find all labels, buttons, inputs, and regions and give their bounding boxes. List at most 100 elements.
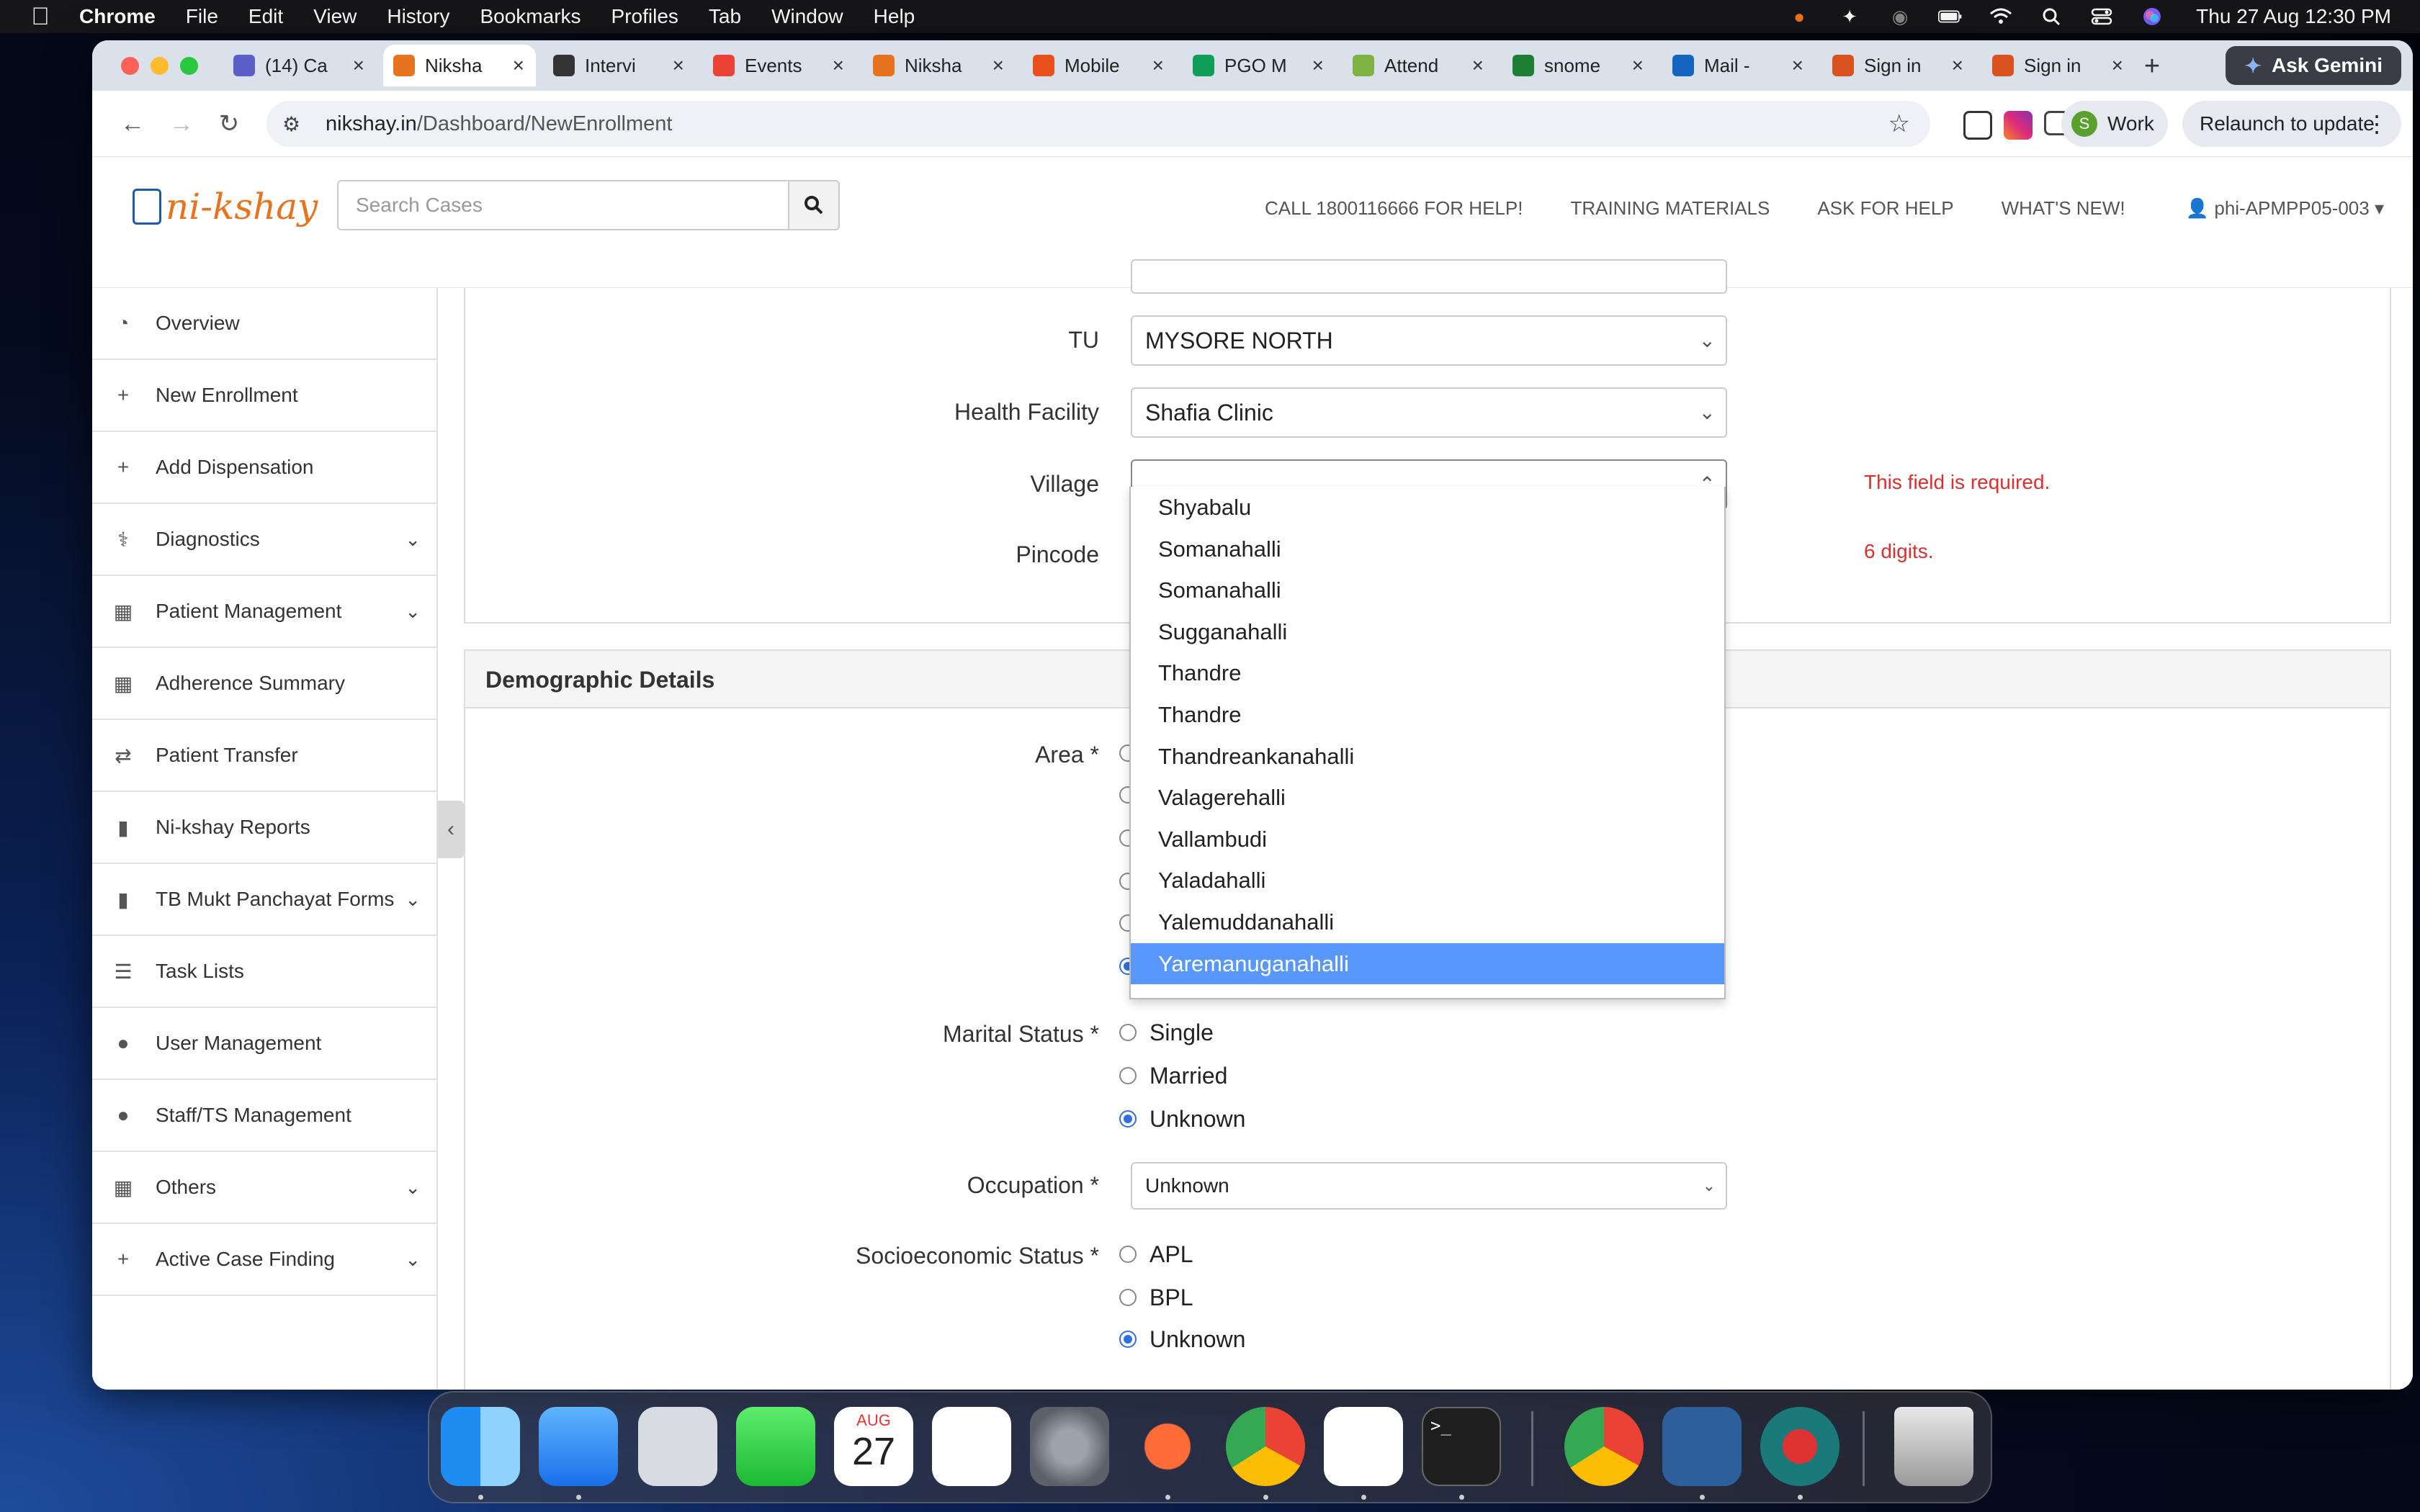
- sidebar-item-staff-ts-management[interactable]: ● Staff/TS Management: [92, 1080, 436, 1152]
- address-bar[interactable]: ⚙ nikshay.in/Dashboard/NewEnrollment ☆: [266, 101, 1930, 147]
- browser-tab[interactable]: Attend ×: [1343, 45, 1495, 86]
- sidebar-item-active-case-finding[interactable]: + Active Case Finding ⌄: [92, 1224, 436, 1296]
- profile-button[interactable]: S Work: [2061, 101, 2168, 147]
- menu-app-name[interactable]: Chrome: [79, 5, 156, 28]
- ask-gemini-button[interactable]: ✦ Ask Gemini: [2226, 46, 2401, 85]
- close-tab-icon[interactable]: ×: [833, 54, 844, 77]
- close-window-button[interactable]: [121, 57, 139, 75]
- mail-icon[interactable]: [539, 1407, 618, 1486]
- mysql-workbench-icon[interactable]: [1662, 1407, 1742, 1486]
- browser-tab[interactable]: (14) Ca ×: [223, 45, 376, 86]
- marital-unknown-radio[interactable]: [1119, 1110, 1137, 1128]
- partial-hidden-select[interactable]: [1131, 259, 1727, 294]
- wifi-icon[interactable]: [1989, 6, 2013, 27]
- village-option[interactable]: Thandre: [1131, 694, 1724, 736]
- marital-single-radio[interactable]: [1119, 1024, 1137, 1041]
- browser-tab[interactable]: PGO M ×: [1183, 45, 1335, 86]
- menu-profiles[interactable]: Profiles: [611, 5, 678, 28]
- chrome-app-icon[interactable]: [1564, 1407, 1644, 1486]
- training-materials-link[interactable]: TRAINING MATERIALS: [1570, 197, 1770, 220]
- chrome-icon[interactable]: [1226, 1407, 1305, 1486]
- system-settings-icon[interactable]: [1030, 1407, 1109, 1486]
- control-center-icon[interactable]: [2089, 6, 2114, 27]
- finder-icon[interactable]: [441, 1407, 520, 1486]
- close-tab-icon[interactable]: ×: [1152, 54, 1164, 77]
- browser-tab[interactable]: Sign in ×: [1982, 45, 2135, 86]
- browser-tab[interactable]: Sign in ×: [1822, 45, 1975, 86]
- close-tab-icon[interactable]: ×: [673, 54, 684, 77]
- sidebar-item-patient-transfer[interactable]: ⇄ Patient Transfer: [92, 720, 436, 792]
- minimize-window-button[interactable]: [151, 57, 169, 75]
- menu-clock[interactable]: Thu 27 Aug 12:30 PM: [2196, 5, 2391, 28]
- bookmark-star-icon[interactable]: ☆: [1888, 109, 1910, 138]
- search-button[interactable]: [788, 180, 840, 230]
- close-tab-icon[interactable]: ×: [1632, 54, 1644, 77]
- village-option[interactable]: Somanahalli: [1131, 528, 1724, 570]
- postman-icon[interactable]: [1128, 1407, 1207, 1486]
- ask-for-help-link[interactable]: ASK FOR HELP: [1817, 197, 1953, 220]
- nikshay-logo[interactable]: ni-kshay: [133, 180, 318, 233]
- village-option[interactable]: Vallambudi: [1131, 819, 1724, 860]
- village-option[interactable]: Yalemuddanahalli: [1131, 901, 1724, 943]
- sidebar-item-others[interactable]: ▦ Others ⌄: [92, 1152, 436, 1224]
- close-tab-icon[interactable]: ×: [1472, 54, 1484, 77]
- browser-tab[interactable]: Mobile ×: [1023, 45, 1175, 86]
- user-menu[interactable]: 👤 phi-APMPP05-003 ▾: [2186, 197, 2384, 220]
- menu-help[interactable]: Help: [874, 5, 915, 28]
- socio-unknown-radio[interactable]: [1119, 1331, 1137, 1348]
- close-tab-icon[interactable]: ×: [353, 54, 364, 77]
- chrome-menu-icon[interactable]: ⋮: [2365, 110, 2388, 138]
- sidebar-item-ni-kshay-reports[interactable]: ▮ Ni-kshay Reports: [92, 792, 436, 864]
- terminal-icon[interactable]: >_: [1422, 1407, 1501, 1486]
- sidebar-item-new-enrollment[interactable]: + New Enrollment: [92, 360, 436, 432]
- vscode-icon[interactable]: [1324, 1407, 1403, 1486]
- whats-new-link[interactable]: WHAT'S NEW!: [2002, 197, 2125, 220]
- village-option[interactable]: Sugganahalli: [1131, 611, 1724, 653]
- village-option[interactable]: Valagerehalli: [1131, 777, 1724, 819]
- sidebar-item-tb-mukt-panchayat-forms[interactable]: ▮ TB Mukt Panchayat Forms ⌄: [92, 864, 436, 936]
- call-help-link[interactable]: CALL 1800116666 FOR HELP!: [1265, 197, 1523, 220]
- relaunch-button[interactable]: Relaunch to update ⋮: [2182, 101, 2401, 147]
- occupation-select[interactable]: Unknown ⌄: [1131, 1162, 1727, 1210]
- calendar-icon[interactable]: AUG 27: [834, 1407, 913, 1486]
- spotlight-search-icon[interactable]: [2039, 6, 2063, 27]
- extension-c-icon[interactable]: [1963, 111, 1992, 140]
- facetime-icon[interactable]: [736, 1407, 815, 1486]
- menu-history[interactable]: History: [387, 5, 449, 28]
- close-tab-icon[interactable]: ×: [1952, 54, 1963, 77]
- back-button[interactable]: ←: [115, 107, 150, 141]
- sidebar-item-task-lists[interactable]: ☰ Task Lists: [92, 936, 436, 1008]
- sidebar-item-adherence-summary[interactable]: ▦ Adherence Summary: [92, 648, 436, 720]
- menu-file[interactable]: File: [186, 5, 218, 28]
- siri-icon[interactable]: [2140, 6, 2164, 27]
- menu-window[interactable]: Window: [771, 5, 843, 28]
- site-info-icon[interactable]: ⚙: [282, 112, 314, 136]
- browser-tab[interactable]: Mail - ×: [1662, 45, 1815, 86]
- browser-tab[interactable]: Intervi ×: [543, 45, 696, 86]
- sidebar-item-user-management[interactable]: ● User Management: [92, 1008, 436, 1080]
- battery-icon[interactable]: [1938, 6, 1963, 27]
- close-tab-icon[interactable]: ×: [1792, 54, 1803, 77]
- menu-bookmarks[interactable]: Bookmarks: [480, 5, 581, 28]
- browser-tab[interactable]: Niksha ×: [383, 45, 536, 86]
- postman-status-icon[interactable]: ●: [1787, 6, 1811, 27]
- sidebar-item-patient-management[interactable]: ▦ Patient Management ⌄: [92, 576, 436, 648]
- launchpad-icon[interactable]: [638, 1407, 717, 1486]
- sidebar-item-diagnostics[interactable]: ⚕ Diagnostics ⌄: [92, 504, 436, 576]
- apple-icon[interactable]: : [27, 3, 53, 31]
- browser-tab[interactable]: Niksha ×: [863, 45, 1016, 86]
- marital-married-radio[interactable]: [1119, 1067, 1137, 1084]
- socio-apl-radio[interactable]: [1119, 1246, 1137, 1263]
- menu-tab[interactable]: Tab: [709, 5, 741, 28]
- browser-tab[interactable]: Events ×: [703, 45, 856, 86]
- sidebar-item-add-dispensation[interactable]: + Add Dispensation: [92, 432, 436, 504]
- search-cases-input[interactable]: Search Cases: [337, 180, 789, 230]
- village-option[interactable]: Thandre: [1131, 652, 1724, 694]
- sidebar-item-overview[interactable]: ◔ Overview: [92, 288, 436, 360]
- village-option[interactable]: Thandreankanahalli: [1131, 736, 1724, 778]
- extension-instagram-icon[interactable]: [2004, 111, 2033, 140]
- village-option[interactable]: Somanahalli: [1131, 570, 1724, 611]
- close-tab-icon[interactable]: ×: [1312, 54, 1324, 77]
- nikshay-app-icon[interactable]: [1760, 1407, 1839, 1486]
- reload-button[interactable]: ↻: [212, 107, 246, 141]
